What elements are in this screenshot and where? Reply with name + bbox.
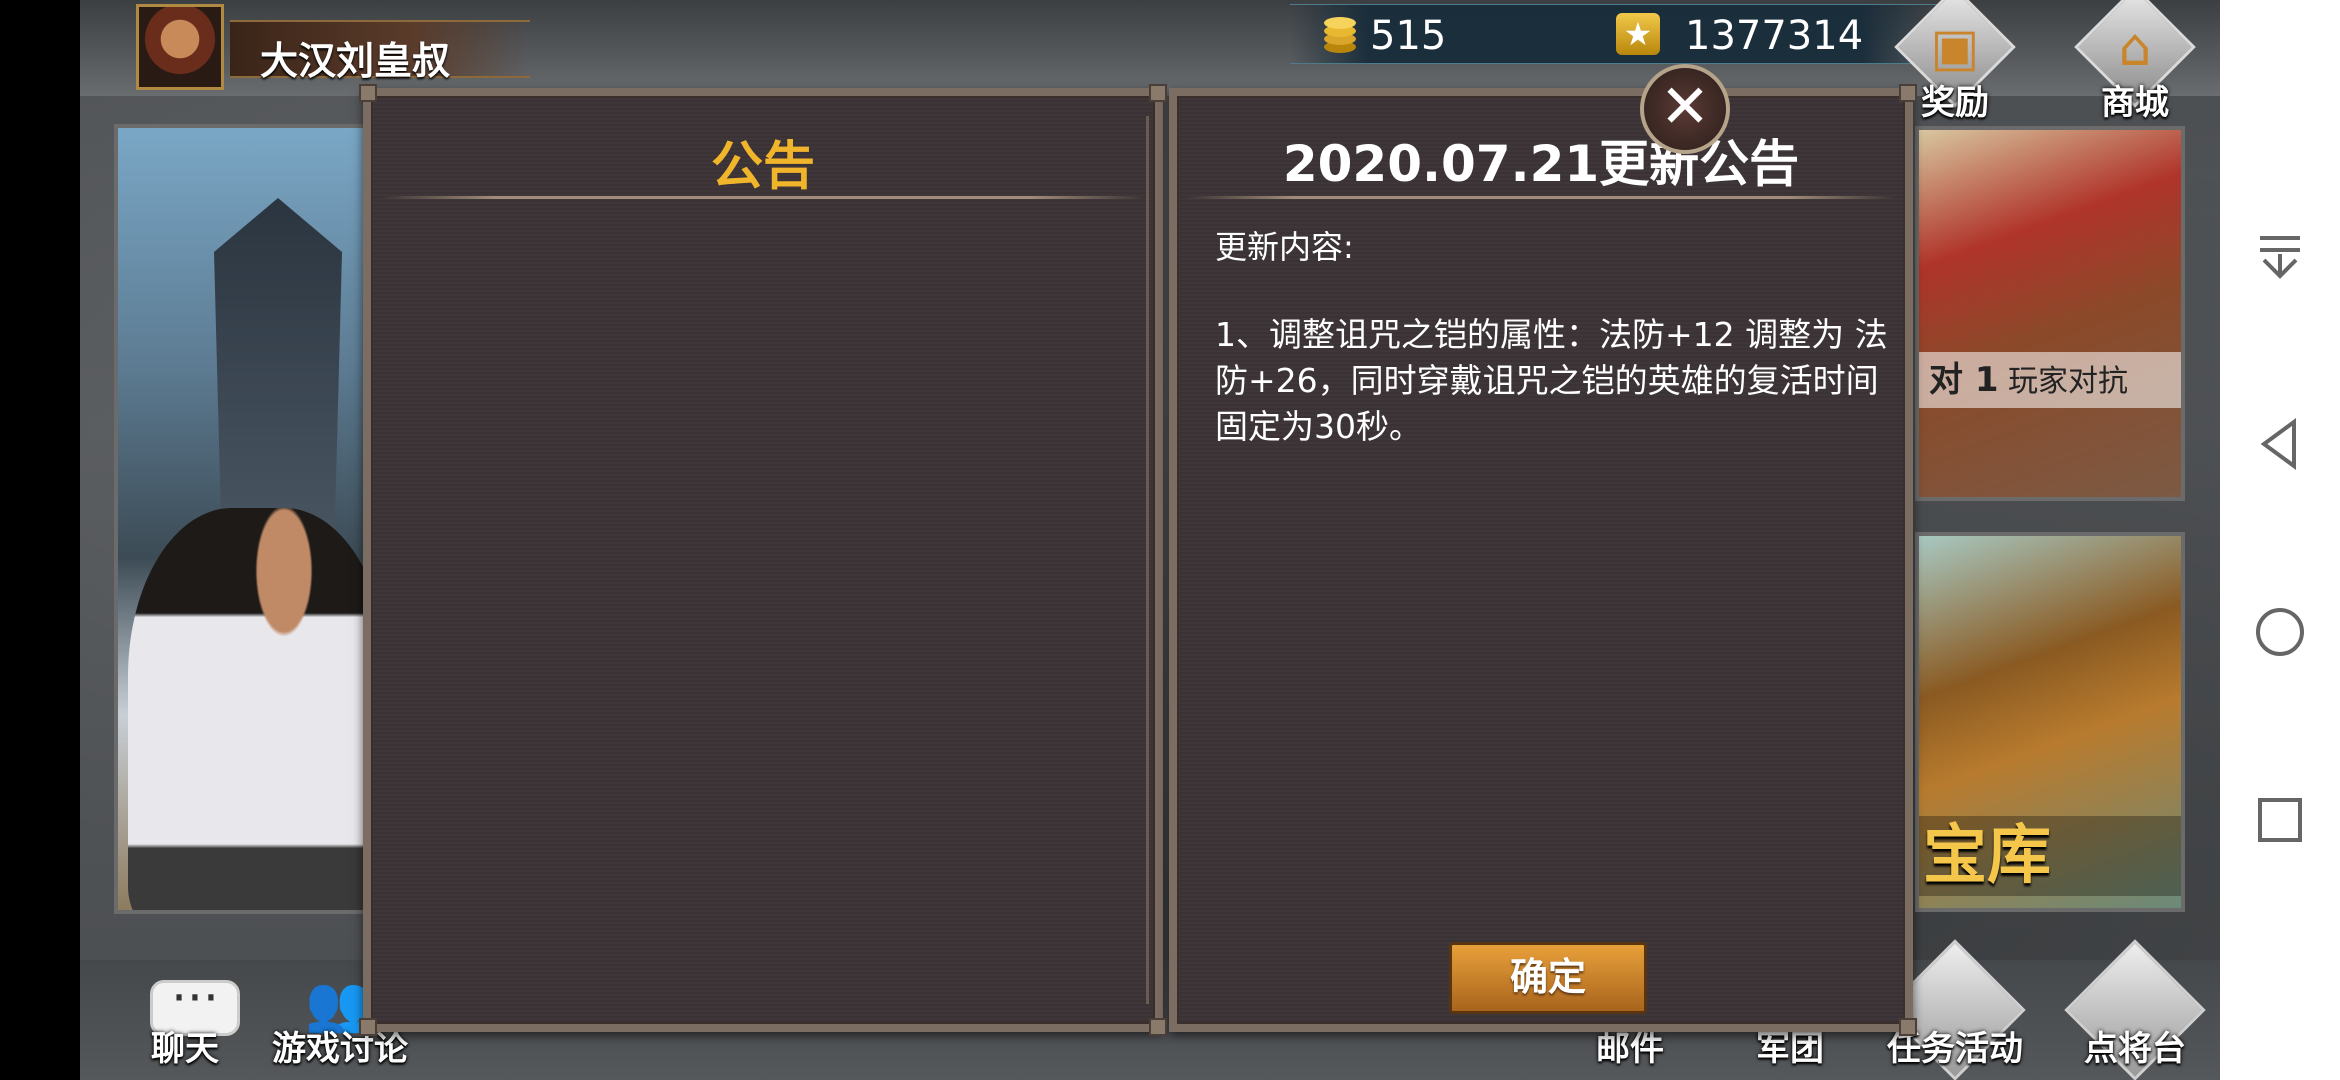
announcement-list-panel: 公告 xyxy=(363,88,1163,1032)
pvp-mode-panel[interactable]: 对 1 玩家对抗 xyxy=(1915,126,2185,501)
treasure-caption: 宝库 xyxy=(1919,816,2181,896)
back-icon[interactable] xyxy=(2250,414,2310,474)
star-icon: ★ xyxy=(1616,13,1660,55)
content-heading: 更新内容: xyxy=(1215,228,1354,266)
corner-stud xyxy=(1149,1018,1167,1036)
title-divider xyxy=(381,196,1145,199)
recents-icon[interactable] xyxy=(2250,790,2310,850)
top-bar: 大汉刘皇叔 515 ★ 1377314 ▣ 奖励 ⌂ 商城 xyxy=(80,0,2220,123)
pvp-caption: 对 1 玩家对抗 xyxy=(1919,352,2181,408)
corner-stud xyxy=(359,1018,377,1036)
panel-divider xyxy=(1146,116,1149,1004)
announcement-detail-panel: 2020.07.21更新公告 更新内容: 1、调整诅咒之铠的属性：法防+12 调… xyxy=(1169,88,1913,1032)
tower-art xyxy=(214,198,342,558)
general-stage-button[interactable]: 点将台 xyxy=(2064,939,2206,1080)
notification-pull-icon[interactable] xyxy=(2250,226,2310,286)
system-nav-bar xyxy=(2220,0,2340,1080)
corner-stud xyxy=(1899,1018,1917,1036)
announcement-list-title: 公告 xyxy=(710,137,815,197)
corner-stud xyxy=(1149,84,1167,102)
corner-stud xyxy=(1899,84,1917,102)
title-divider xyxy=(1187,196,1895,199)
player-name: 大汉刘皇叔 xyxy=(260,39,451,83)
resource-bar: 515 ★ 1377314 xyxy=(1290,4,1940,64)
home-icon[interactable] xyxy=(2250,602,2310,662)
hero-art-panel[interactable] xyxy=(114,124,394,914)
gold-coin-count: 515 xyxy=(1370,13,1447,59)
close-icon[interactable]: ✕ xyxy=(1640,64,1730,154)
gold-coin-icon xyxy=(1324,17,1356,53)
shop-button[interactable]: ⌂ 商城 xyxy=(2070,0,2200,126)
announcement-dialog: 公告 2020.07.21更新公告 更新内容: 1、调整诅咒之铠的属性：法防+1… xyxy=(359,84,1917,1036)
star-count: 1377314 xyxy=(1685,13,1864,59)
corner-stud xyxy=(359,84,377,102)
game-screen: 大汉刘皇叔 515 ★ 1377314 ▣ 奖励 ⌂ 商城 对 1 玩家对抗 宝… xyxy=(80,0,2220,1080)
announcement-title: 2020.07.21更新公告 xyxy=(1282,135,1800,193)
hero-art xyxy=(128,508,388,910)
player-name-plate: 大汉刘皇叔 xyxy=(230,20,530,83)
player-avatar[interactable] xyxy=(136,4,224,90)
treasure-panel[interactable]: 宝库 xyxy=(1915,532,2185,912)
confirm-button[interactable]: 确定 xyxy=(1449,942,1647,1014)
content-body: 1、调整诅咒之铠的属性：法防+12 调整为 法防+26，同时穿戴诅咒之铠的英雄的… xyxy=(1215,315,1888,446)
chat-button[interactable]: 聊天 xyxy=(120,960,250,1070)
